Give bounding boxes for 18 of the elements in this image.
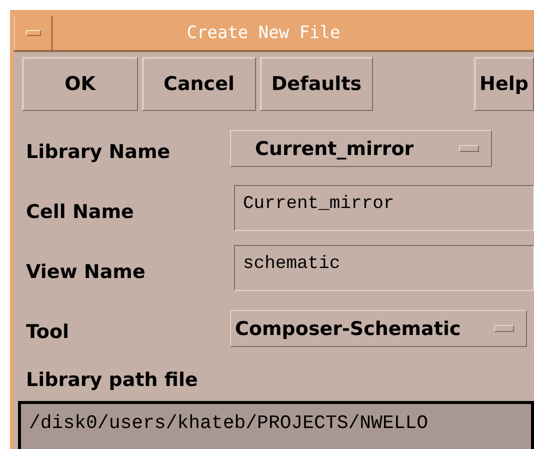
dialog-button[interactable]: Defaults: [260, 57, 373, 111]
dialog-button[interactable]: OK: [22, 57, 138, 111]
field-label: Tool: [25, 321, 70, 345]
field-label: Cell Name: [25, 201, 135, 225]
field-label: Library Name: [25, 141, 172, 165]
field-label: Library path file: [25, 368, 199, 393]
help-button[interactable]: Help: [474, 57, 534, 111]
field-label: View Name: [25, 261, 146, 285]
path-field[interactable]: /disk0/users/khateb/PROJECTS/NWELLO: [18, 401, 534, 449]
window-title: Create New File: [186, 22, 342, 45]
option-indicator-icon: [494, 325, 514, 332]
option-menu[interactable]: Composer-Schematic: [230, 310, 527, 347]
window-menu-icon[interactable]: [26, 30, 40, 36]
option-menu[interactable]: Current_mirror: [230, 130, 492, 167]
option-indicator-icon: [459, 145, 479, 152]
text-field[interactable]: Current_mirror: [234, 185, 534, 231]
dialog-button[interactable]: Cancel: [142, 57, 256, 111]
text-field[interactable]: schematic: [234, 245, 534, 291]
